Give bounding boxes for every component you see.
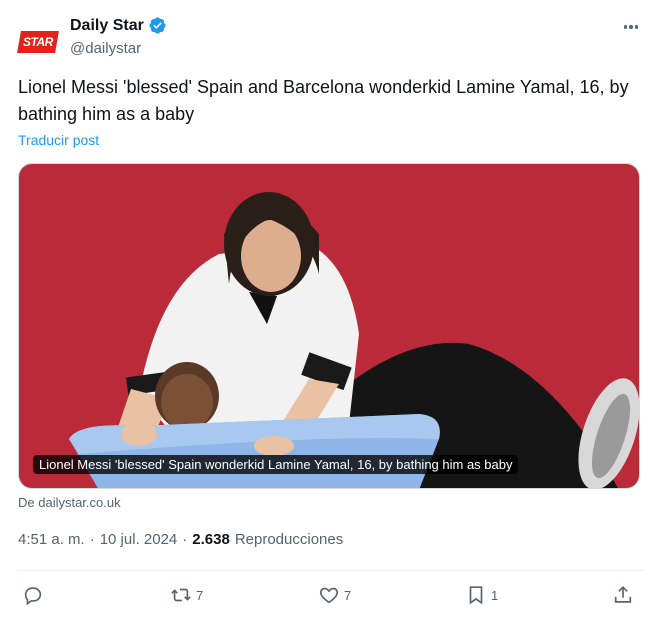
views-count: 2.638 bbox=[192, 531, 230, 548]
display-name[interactable]: Daily Star bbox=[70, 17, 144, 35]
bookmark-icon bbox=[469, 586, 483, 605]
post-date[interactable]: 10 jul. 2024 bbox=[100, 531, 178, 548]
divider bbox=[18, 570, 644, 571]
post-time[interactable]: 4:51 a. m. bbox=[18, 531, 85, 548]
share-button[interactable] bbox=[612, 584, 634, 606]
bookmark-count: 1 bbox=[491, 587, 499, 603]
post-meta: 4:51 a. m. · 10 jul. 2024 · 2.638 Reprod… bbox=[18, 531, 343, 548]
repost-button[interactable]: 7 bbox=[170, 584, 203, 606]
reply-icon bbox=[24, 587, 42, 606]
repost-icon bbox=[171, 588, 191, 602]
name-row: Daily Star bbox=[70, 16, 167, 35]
tweet: STAR Daily Star @dailystar Lionel Messi … bbox=[0, 0, 662, 617]
heart-icon bbox=[319, 587, 339, 604]
meta-separator: · bbox=[89, 531, 95, 548]
share-icon bbox=[614, 586, 632, 603]
verified-badge-icon bbox=[149, 17, 166, 34]
link-card[interactable]: Lionel Messi 'blessed' Spain wonderkid L… bbox=[18, 163, 640, 489]
translate-post-link[interactable]: Traducir post bbox=[18, 132, 99, 148]
reply-button[interactable] bbox=[22, 584, 48, 606]
logo-text: STAR bbox=[23, 35, 53, 49]
more-options-icon[interactable] bbox=[620, 16, 642, 38]
daily-star-logo: STAR bbox=[17, 31, 59, 53]
card-source[interactable]: De dailystar.co.uk bbox=[18, 495, 121, 510]
article-photo bbox=[19, 164, 639, 488]
avatar[interactable]: STAR bbox=[17, 22, 59, 62]
repost-count: 7 bbox=[196, 587, 204, 603]
action-bar: 7 7 1 bbox=[0, 580, 662, 612]
bookmark-button[interactable]: 1 bbox=[465, 584, 498, 606]
card-caption: Lionel Messi 'blessed' Spain wonderkid L… bbox=[33, 455, 519, 474]
meta-separator-2: · bbox=[182, 531, 188, 548]
like-button[interactable]: 7 bbox=[318, 584, 351, 606]
like-count: 7 bbox=[344, 587, 352, 603]
post-text: Lionel Messi 'blessed' Spain and Barcelo… bbox=[18, 77, 629, 124]
tweet-header: STAR Daily Star @dailystar bbox=[17, 14, 644, 62]
account-handle[interactable]: @dailystar bbox=[70, 40, 141, 57]
views-label: Reproducciones bbox=[234, 531, 344, 548]
